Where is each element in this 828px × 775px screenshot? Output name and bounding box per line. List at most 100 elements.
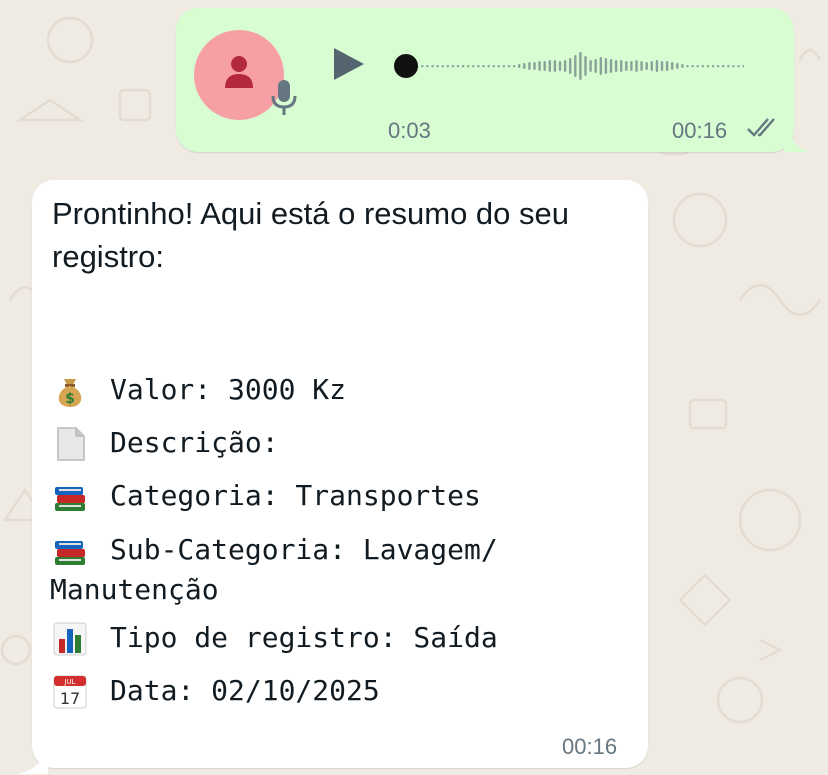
waveform-bar [518,64,521,68]
summary-line-valor: $ Valor: 3000 Kz [52,370,346,410]
waveform-bar [584,56,587,76]
waveform-bar [701,65,704,68]
waveform-bar [461,65,465,68]
books-icon [52,533,96,569]
double-check-icon [746,116,780,145]
waveform-bar [620,60,623,72]
waveform-bar [502,65,506,68]
waveform-bar [630,61,633,71]
waveform-bar [732,65,735,68]
summary-line-descricao: Descrição: [52,423,279,463]
books-icon [52,479,96,515]
waveform-bar [742,65,745,68]
waveform-bar [625,61,628,71]
summary-line-subcategoria: Sub-Categoria: Lavagem/ [52,530,498,570]
waveform-bar [599,57,602,75]
waveform-bar [691,65,694,68]
waveform-bar [528,62,531,70]
waveform-bar [660,61,664,71]
voice-duration: 0:03 [388,118,431,143]
waveform-bar [671,62,674,70]
waveform-bar [523,63,526,69]
waveform-bar [538,61,541,71]
waveform-bar [609,59,613,73]
waveform-bar [681,64,684,68]
waveform-bar [548,60,551,72]
waveform-bar [451,65,455,68]
summary-line-categoria: Categoria: Transportes [52,476,481,516]
waveform-bar [467,65,470,68]
waveform-bar [686,65,689,68]
waveform-bar [431,65,434,68]
waveform-bar [635,60,638,72]
waveform-bar [477,65,480,68]
waveform-bar [441,65,444,68]
waveform-bar [737,65,740,68]
waveform-bar [604,58,608,74]
waveform-bar [645,62,648,70]
waveform-bar [614,60,618,72]
tipo-text: Tipo de registro: Saída [110,621,498,654]
summary-line-tipo: Tipo de registro: Saída [52,618,498,658]
person-icon [225,56,253,88]
waveform-bar [589,60,592,72]
message-intro-text: Prontinho! Aqui está o resumo do seu reg… [52,196,569,274]
waveform-bar [650,61,653,71]
waveform-bar [727,65,730,68]
microphone-icon [270,78,298,123]
waveform-bar [696,65,699,68]
message-time: 00:16 [672,118,728,143]
waveform-bar [533,62,536,70]
waveform-bar [421,65,424,68]
waveform-bar [569,58,572,74]
waveform-bar [716,65,720,68]
waveform-bar [456,65,460,68]
svg-text:JUL: JUL [63,678,75,686]
calendar-icon: JUL 17 [52,674,96,710]
waveform-bar [558,61,562,71]
waveform-bar [512,65,516,68]
categoria-text: Categoria: Transportes [110,479,481,512]
waveform-bar [676,63,679,69]
waveform-bar [446,65,449,68]
subcategoria-text-cont: Manutenção [50,573,219,606]
subcategoria-text: Sub-Categoria: Lavagem/ [110,533,498,566]
waveform-bar [711,65,715,68]
summary-line-data: JUL 17 Data: 02/10/2025 [52,671,380,711]
page-icon [52,426,96,462]
message-time: 00:16 [562,734,618,759]
bubble-tail-in [18,748,48,774]
waveform-bar [563,60,567,72]
waveform-bar [497,65,500,68]
playhead-handle[interactable] [394,54,418,78]
bar-chart-icon [52,621,96,657]
waveform-bar [472,65,475,68]
svg-text:$: $ [65,391,75,407]
waveform-bar [594,59,597,73]
svg-text:17: 17 [60,689,80,708]
summary-line-subcategoria-cont: Manutenção [50,570,219,610]
waveform-bar [706,65,710,68]
waveform-bar [574,55,577,77]
play-button[interactable] [328,44,368,84]
waveform-bar [507,65,511,68]
valor-text: Valor: 3000 Kz [110,373,347,406]
waveform-bar [436,65,439,68]
waveform-bar [553,60,557,72]
data-text: Data: 02/10/2025 [110,674,380,707]
reply-message-bubble: Prontinho! Aqui está o resumo do seu reg… [32,180,648,768]
audio-waveform[interactable] [394,46,745,91]
waveform-bar [492,65,495,68]
voice-message-bubble: 0:03 00:16 [176,8,794,152]
waveform-bar [482,65,485,68]
descricao-text: Descrição: [110,426,279,459]
waveform-bar [487,65,490,68]
waveform-bar [543,61,546,71]
waveform-bar [640,61,643,71]
waveform-bar [722,65,725,68]
waveform-bar [665,61,669,71]
bubble-tail-out [784,122,810,152]
play-icon [334,48,364,80]
money-bag-icon: $ [52,373,96,409]
waveform-bar [655,60,659,72]
